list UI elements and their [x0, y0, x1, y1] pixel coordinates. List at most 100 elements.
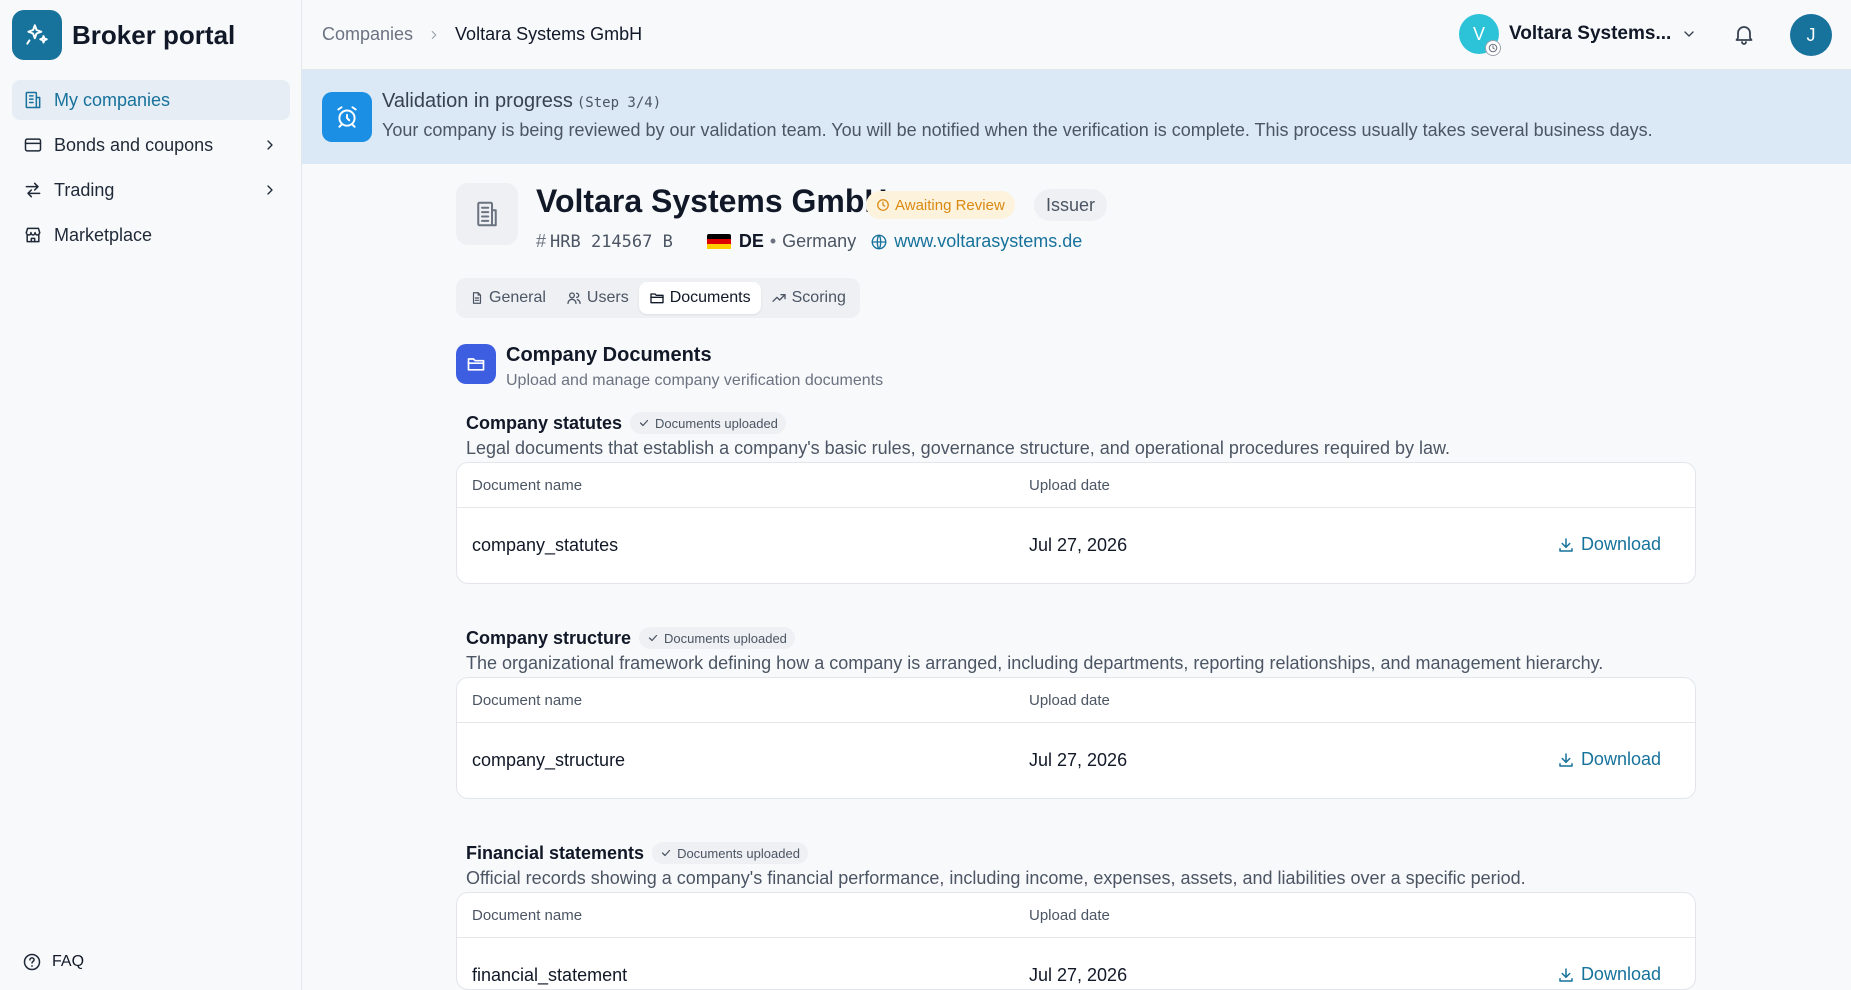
country-name: Germany [782, 231, 857, 251]
download-label: Download [1580, 749, 1661, 769]
download-label: Download [1580, 534, 1661, 554]
breadcrumb: Companies Voltara Systems GmbH [322, 24, 642, 45]
help-circle-icon [22, 952, 42, 972]
download-button[interactable]: Download [1557, 534, 1661, 555]
faq-label: FAQ [52, 953, 85, 970]
column-document-name: Document name [472, 907, 583, 924]
document-file-name: company_statutes [472, 535, 619, 555]
clock-icon [1485, 40, 1501, 56]
download-button[interactable]: Download [1557, 964, 1661, 985]
uploaded-badge-label: Documents uploaded [677, 845, 800, 861]
website-link[interactable]: www.voltarasystems.de [894, 231, 1082, 252]
breadcrumb-companies[interactable]: Companies [322, 24, 413, 45]
uploaded-badge-label: Documents uploaded [655, 415, 778, 431]
registry-number: HRB 214567 B [550, 231, 673, 252]
folder-open-icon [456, 344, 496, 384]
check-icon [647, 632, 659, 644]
sidebar-item-label: Marketplace [54, 224, 153, 245]
column-upload-date: Upload date [1029, 477, 1110, 494]
column-upload-date: Upload date [1029, 907, 1110, 924]
faq-link[interactable]: FAQ [22, 952, 84, 972]
alarm-clock-icon [322, 92, 372, 142]
tab-scoring[interactable]: Scoring [761, 282, 856, 314]
table-row: financial_statement Jul 27, 2026 Downloa… [457, 938, 1695, 989]
download-icon [1557, 966, 1575, 984]
user-avatar[interactable]: J [1790, 14, 1832, 56]
uploaded-badge-label: Documents uploaded [664, 630, 787, 646]
banner-text: Your company is being reviewed by our va… [382, 120, 1653, 140]
tab-users[interactable]: Users [556, 282, 639, 314]
folder-icon [649, 290, 665, 306]
uploaded-badge: Documents uploaded [630, 412, 786, 434]
download-label: Download [1580, 964, 1661, 984]
column-document-name: Document name [472, 477, 583, 494]
chevron-right-icon [260, 180, 280, 200]
tab-label: Documents [669, 289, 751, 306]
card-icon [22, 134, 44, 156]
table-header: Document name Upload date [457, 893, 1695, 938]
section-title: Company structure [466, 627, 632, 648]
globe-icon [870, 233, 888, 251]
topbar: Companies Voltara Systems GmbH V Voltara… [302, 0, 1851, 70]
breadcrumb-current: Voltara Systems GmbH [455, 24, 643, 44]
banner-title-text: Validation in progress [382, 90, 573, 112]
documents-table: Document name Upload date company_struct… [456, 677, 1696, 799]
chevron-right-icon [260, 135, 280, 155]
document-upload-date: Jul 27, 2026 [1029, 750, 1128, 770]
section-title: Company statutes [466, 412, 623, 433]
sidebar-item-trading[interactable]: Trading [12, 170, 290, 210]
hash-icon: # [536, 231, 547, 251]
table-row: company_statutes Jul 27, 2026 Download [457, 508, 1695, 583]
documents-table: Document name Upload date financial_stat… [456, 892, 1696, 990]
uploaded-badge: Documents uploaded [652, 842, 808, 864]
uploaded-badge: Documents uploaded [639, 627, 795, 649]
sidebar-nav: My companies Bonds and coupons Trading M… [12, 80, 290, 260]
company-meta: # HRB 214567 B DE • Germany www.voltaras… [536, 231, 1082, 252]
document-upload-date: Jul 27, 2026 [1029, 965, 1128, 985]
company-avatar-initial: V [1472, 23, 1485, 44]
brand-name: Broker portal [72, 19, 236, 50]
company-tabs: General Users Documents Scoring [456, 278, 860, 318]
document-file-name: company_structure [472, 750, 626, 770]
section-description: The organizational framework defining ho… [466, 653, 1604, 673]
tab-general[interactable]: General [460, 282, 556, 314]
users-icon [566, 290, 582, 306]
company-name: Voltara Systems GmbH [536, 183, 888, 219]
store-icon [22, 224, 44, 246]
section-header: Company statutes Documents uploaded [466, 412, 786, 434]
status-badge-label: Awaiting Review [895, 196, 1005, 214]
role-badge: Issuer [1034, 189, 1108, 221]
company-switcher-name: Voltara Systems... [1509, 23, 1672, 44]
sidebar-item-bonds-and-coupons[interactable]: Bonds and coupons [12, 125, 290, 165]
download-icon [1557, 751, 1575, 769]
company-switcher[interactable]: V Voltara Systems... [1459, 14, 1697, 56]
sidebar-item-label: Trading [54, 179, 115, 200]
table-header: Document name Upload date [457, 463, 1695, 508]
sidebar-item-my-companies[interactable]: My companies [12, 80, 290, 120]
chevron-right-icon [427, 28, 441, 42]
tab-documents[interactable]: Documents [638, 282, 761, 314]
column-document-name: Document name [472, 692, 583, 709]
check-icon [638, 417, 650, 429]
check-icon [660, 847, 672, 859]
brand[interactable]: Broker portal [12, 10, 235, 60]
sidebar-item-marketplace[interactable]: Marketplace [12, 215, 290, 255]
column-upload-date: Upload date [1029, 692, 1110, 709]
germany-flag-icon [706, 233, 731, 250]
documents-table: Document name Upload date company_statut… [456, 462, 1696, 584]
bell-icon[interactable] [1732, 22, 1758, 48]
document-upload-date: Jul 27, 2026 [1029, 535, 1128, 555]
section-description: Legal documents that establish a company… [466, 438, 1451, 458]
trending-icon [771, 290, 787, 306]
arrows-icon [22, 179, 44, 201]
banner-title: Validation in progress (Step 3/4) [382, 90, 661, 113]
documents-title: Company Documents [506, 344, 712, 366]
tab-label: Scoring [791, 289, 846, 306]
section-description: Official records showing a company's fin… [466, 868, 1526, 888]
meta-separator: • [769, 231, 777, 251]
table-header: Document name Upload date [457, 678, 1695, 723]
country-code: DE [738, 231, 764, 251]
banner-step: (Step 3/4) [576, 95, 662, 111]
building-icon [456, 183, 518, 245]
download-button[interactable]: Download [1557, 749, 1661, 770]
